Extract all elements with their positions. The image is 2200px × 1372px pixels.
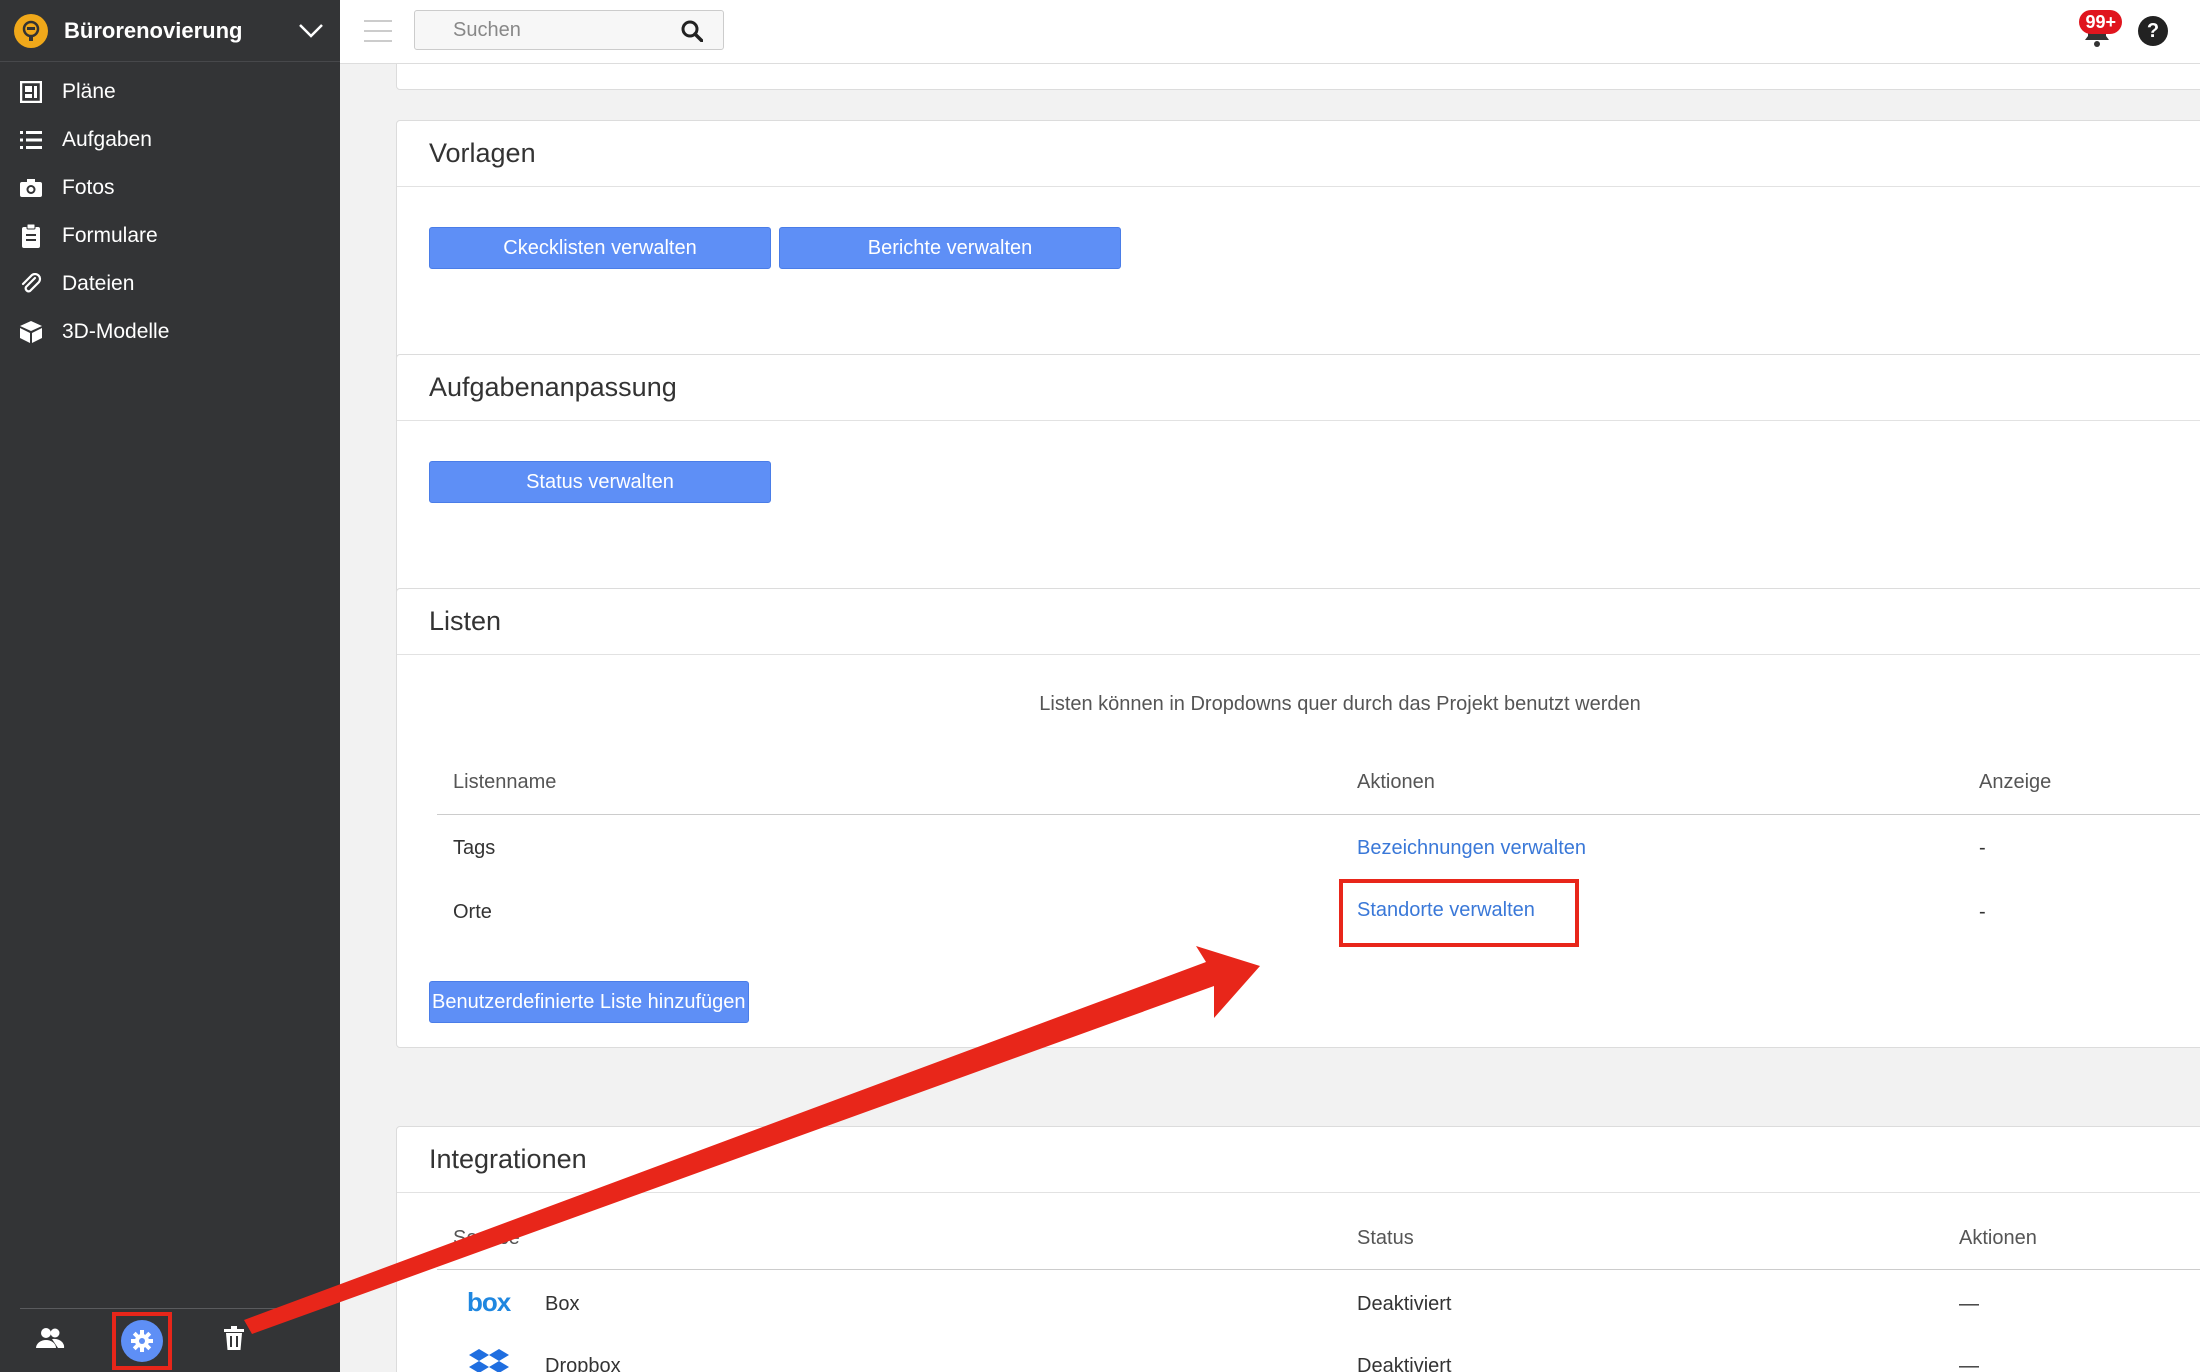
manage-status-button[interactable]: Status verwalten <box>429 461 771 503</box>
list-icon <box>18 127 44 153</box>
plans-icon <box>18 79 44 105</box>
column-header-aktionen: Aktionen <box>1357 771 1435 793</box>
gear-icon <box>121 1319 163 1362</box>
sidebar-footer <box>20 1308 310 1372</box>
trash-icon <box>224 1326 244 1355</box>
section-title: Vorlagen <box>397 121 2200 187</box>
chevron-down-icon[interactable] <box>296 16 326 46</box>
sidebar-item-aufgaben[interactable]: Aufgaben <box>0 116 340 164</box>
project-logo-icon <box>14 13 48 48</box>
section-title: Listen <box>397 589 2200 655</box>
paperclip-icon <box>18 271 44 297</box>
sidebar-item-dateien[interactable]: Dateien <box>0 260 340 308</box>
sidebar-item-plaene[interactable]: Pläne <box>0 68 340 116</box>
sidebar-item-label: 3D-Modelle <box>62 320 170 343</box>
members-button[interactable] <box>20 1312 80 1370</box>
service-action-box[interactable]: — <box>1959 1293 1979 1316</box>
search-box <box>414 10 724 50</box>
sidebar-item-label: Pläne <box>62 80 116 103</box>
annotation-highlight-box <box>1339 879 1579 947</box>
column-header-status: Status <box>1357 1227 1414 1249</box>
aufgabenanpassung-card: Aufgabenanpassung Status verwalten <box>396 354 2200 608</box>
listen-card: Listen Listen können in Dropdowns quer d… <box>396 588 2200 1048</box>
hamburger-menu-icon[interactable] <box>364 20 392 42</box>
sidebar-item-formulare[interactable]: Formulare <box>0 212 340 260</box>
search-input[interactable] <box>415 11 675 49</box>
search-icon[interactable] <box>681 20 704 43</box>
settings-button[interactable] <box>112 1311 172 1370</box>
box-logo: box <box>467 1287 511 1317</box>
column-header-service: Service <box>453 1227 520 1249</box>
service-name-box: Box <box>545 1293 580 1315</box>
sidebar-item-label: Dateien <box>62 272 135 295</box>
column-header-aktionen: Aktionen <box>1959 1227 2037 1249</box>
sidebar: Bürorenovierung Pläne Aufgaben Fotos For… <box>0 0 340 1372</box>
notification-badge: 99+ <box>2079 10 2122 34</box>
table-header-divider <box>437 814 2200 815</box>
list-name-tags: Tags <box>453 837 496 859</box>
column-header-listenname: Listenname <box>453 771 557 793</box>
list-name-orte: Orte <box>453 901 492 923</box>
sidebar-item-label: Formulare <box>62 224 158 247</box>
sidebar-item-label: Fotos <box>62 176 115 199</box>
list-display-tags: - <box>1979 837 1986 859</box>
service-status-dropbox: Deaktiviert <box>1357 1355 1452 1372</box>
vorlagen-card: Vorlagen Ckecklisten verwalten Berichte … <box>396 120 2200 374</box>
service-status-box: Deaktiviert <box>1357 1293 1452 1315</box>
integrationen-card: Integrationen Service Status Aktionen bo… <box>396 1126 2200 1372</box>
camera-icon <box>18 175 44 201</box>
dropbox-icon <box>469 1349 509 1372</box>
top-bar: 99+ ? <box>340 0 2200 64</box>
section-title: Integrationen <box>397 1127 2200 1193</box>
listen-description: Listen können in Dropdowns quer durch da… <box>1039 693 1641 715</box>
list-display-orte: - <box>1979 901 1986 923</box>
sidebar-item-3d-modelle[interactable]: 3D-Modelle <box>0 308 340 356</box>
settings-content: Vorlagen Ckecklisten verwalten Berichte … <box>340 64 2200 1372</box>
project-switcher[interactable]: Bürorenovierung <box>0 0 340 62</box>
cube-icon <box>18 319 44 345</box>
trash-button[interactable] <box>204 1312 264 1370</box>
clipboard-icon <box>18 223 44 249</box>
service-name-dropbox: Dropbox <box>545 1355 621 1372</box>
previous-section-card <box>396 64 2200 90</box>
sidebar-nav: Pläne Aufgaben Fotos Formulare Dateien 3… <box>0 62 340 356</box>
table-header-divider <box>437 1269 2200 1270</box>
users-icon <box>35 1327 65 1354</box>
manage-reports-button[interactable]: Berichte verwalten <box>779 227 1121 269</box>
project-title: Bürorenovierung <box>64 17 243 43</box>
section-title: Aufgabenanpassung <box>397 355 2200 421</box>
add-custom-list-button[interactable]: Benutzerdefinierte Liste hinzufügen <box>429 981 749 1023</box>
sidebar-item-label: Aufgaben <box>62 128 152 151</box>
manage-tags-link[interactable]: Bezeichnungen verwalten <box>1357 837 1586 860</box>
sidebar-item-fotos[interactable]: Fotos <box>0 164 340 212</box>
manage-checklists-button[interactable]: Ckecklisten verwalten <box>429 227 771 269</box>
service-action-dropbox[interactable]: — <box>1959 1355 1979 1372</box>
column-header-anzeige: Anzeige <box>1979 771 2052 793</box>
help-icon[interactable]: ? <box>2138 16 2168 46</box>
